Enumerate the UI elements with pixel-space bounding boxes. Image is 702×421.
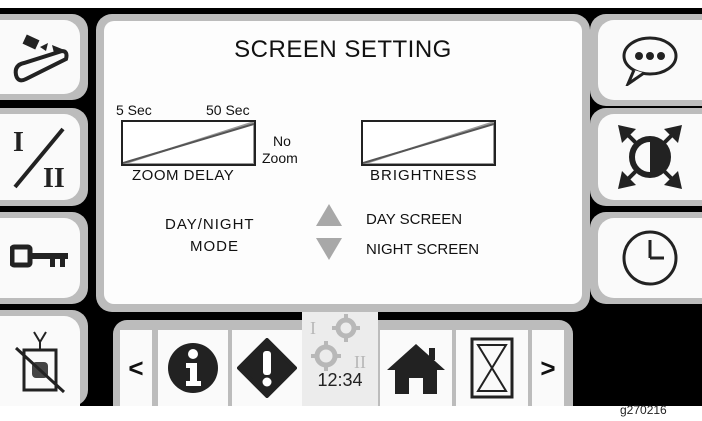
brightness-label: BRIGHTNESS [370,167,478,184]
brightness-slider[interactable] [361,120,496,166]
figure-tag: g270216 [620,403,667,417]
clock-icon [622,230,678,286]
day-night-label-2: MODE [190,238,239,255]
one-two-switch-icon: I II [13,127,65,193]
zoom-delay-max-label: 50 Sec [206,102,250,118]
prev-button[interactable]: < [120,330,152,406]
screen-setting-button[interactable] [598,114,702,200]
svg-text:II: II [43,163,65,193]
contrast-expand-icon [618,125,682,189]
hourglass-icon [470,337,514,399]
page-title: SCREEN SETTING [234,36,452,63]
clock-button[interactable] [598,218,702,298]
next-arrow: > [540,352,556,383]
info-button[interactable] [158,330,228,406]
one-two-switch-button[interactable]: I II [0,114,80,200]
clock-readout: 12:34 [317,370,363,390]
svg-text:II: II [354,352,366,372]
next-button[interactable]: > [532,330,564,406]
no-signal-button[interactable] [0,316,80,406]
warning-button[interactable] [232,330,302,406]
brightness-ramp [363,122,494,164]
zoom-delay-slider[interactable] [121,120,256,166]
night-down-arrow-icon[interactable] [316,238,342,262]
no-zoom-label-1: No [273,133,291,149]
hourglass-button[interactable] [456,330,528,406]
no-signal-icon [14,331,66,394]
settings-gears-icon: I II [310,314,366,372]
day-night-label-1: DAY/NIGHT [165,216,255,233]
tool-button[interactable] [0,20,80,94]
day-screen-option[interactable]: DAY SCREEN [366,211,462,228]
zoom-delay-min-label: 5 Sec [116,102,152,118]
key-icon [10,244,68,268]
no-zoom-label-2: Zoom [262,150,298,166]
home-icon [387,344,445,394]
prev-arrow: < [128,352,144,383]
message-button[interactable] [598,20,702,100]
zoom-delay-label: ZOOM DELAY [132,167,235,184]
settings-tab[interactable]: I II [302,312,378,406]
speech-bubble-icon [622,36,678,86]
svg-text:I: I [13,127,24,158]
home-button[interactable] [380,330,452,406]
warning-icon [237,338,297,398]
key-button[interactable] [0,218,80,298]
info-icon [168,343,218,393]
day-up-arrow-icon[interactable] [316,204,342,228]
tool-icon [13,34,69,83]
zoom-delay-ramp [123,122,254,164]
night-screen-option[interactable]: NIGHT SCREEN [366,241,479,258]
svg-text:I: I [310,318,316,338]
